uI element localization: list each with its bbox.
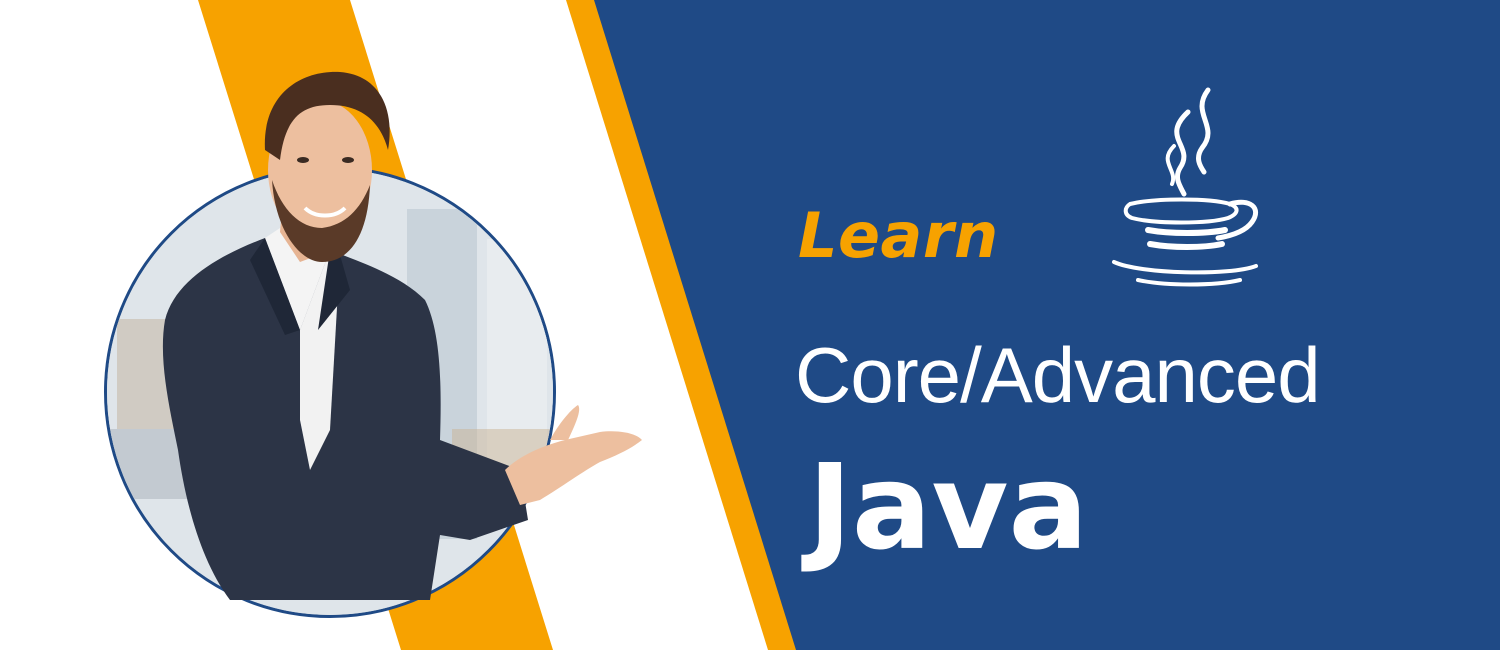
subtitle-core-advanced: Core/Advanced [795,331,1321,419]
presenter-person-image [162,71,642,600]
course-banner: Learn Core/Advanced Java [0,0,1500,650]
java-coffee-cup-icon [1112,87,1259,287]
course-title: Java [808,438,1089,576]
learn-label: Learn [798,199,999,272]
